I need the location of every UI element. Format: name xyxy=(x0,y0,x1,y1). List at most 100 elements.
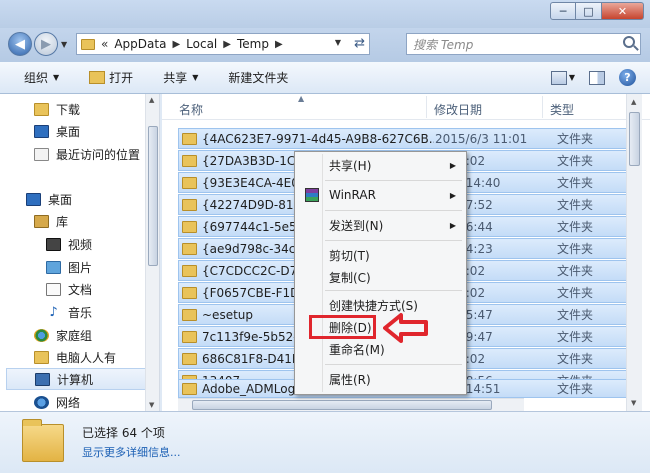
scroll-up-icon[interactable]: ▲ xyxy=(631,98,636,106)
column-divider[interactable] xyxy=(542,96,543,118)
share-button[interactable]: 共享 ▼ xyxy=(163,69,198,86)
breadcrumb-separator-icon[interactable]: ▶ xyxy=(223,39,231,50)
forward-button[interactable]: ▶ xyxy=(34,32,58,56)
nav-item-label: 网络 xyxy=(56,395,81,410)
nav-item-downloads[interactable]: 下载 xyxy=(34,98,80,120)
file-type: 文件夹 xyxy=(557,264,594,278)
nav-item-videos[interactable]: 视频 xyxy=(46,233,92,255)
file-type: 文件夹 xyxy=(557,154,594,168)
desktop-icon xyxy=(26,192,41,206)
menu-separator xyxy=(325,364,462,365)
file-type: 文件夹 xyxy=(557,132,594,146)
nav-item-pictures[interactable]: 图片 xyxy=(46,256,92,278)
scroll-up-icon[interactable]: ▲ xyxy=(149,96,154,104)
file-type: 文件夹 xyxy=(557,330,594,344)
menu-separator xyxy=(325,290,462,291)
menu-item-label: 复制(C) xyxy=(329,270,371,285)
breadcrumb-overflow[interactable]: « xyxy=(101,37,108,51)
menu-item-properties[interactable]: 属性(R) xyxy=(297,368,464,390)
recent-pages-dropdown-icon[interactable]: ▼ xyxy=(61,40,67,49)
menu-item-label: WinRAR xyxy=(329,188,376,202)
column-date[interactable]: 修改日期 xyxy=(434,101,482,118)
scroll-down-icon[interactable]: ▼ xyxy=(631,399,636,407)
preview-pane-icon[interactable] xyxy=(589,70,605,85)
search-icon[interactable] xyxy=(623,36,635,48)
menu-item-winrar[interactable]: WinRAR ▶ xyxy=(297,184,464,206)
breadcrumb-separator-icon[interactable]: ▶ xyxy=(275,39,283,50)
file-name: {4AC623E7-9971-4d45-A9B8-627C6B... xyxy=(202,131,434,146)
nav-item-homegroup[interactable]: 家庭组 xyxy=(34,324,92,346)
breadcrumb-local[interactable]: Local xyxy=(186,37,217,51)
menu-item-send-to[interactable]: 发送到(N) ▶ xyxy=(297,214,464,236)
menu-item-cut[interactable]: 剪切(T) xyxy=(297,244,464,266)
open-folder-icon xyxy=(89,71,106,84)
address-row: ◀ ▶ ▼ « AppData ▶ Local ▶ Temp ▶ ▼ ⇄ 搜索 … xyxy=(0,28,650,62)
view-options-dropdown-icon[interactable]: ▼ xyxy=(569,73,575,82)
scroll-down-icon[interactable]: ▼ xyxy=(149,401,154,409)
menu-item-rename[interactable]: 重命名(M) xyxy=(297,338,464,360)
nav-scrollbar[interactable]: ▲ ▼ xyxy=(145,94,159,411)
nav-item-documents[interactable]: 文档 xyxy=(46,278,92,300)
menu-item-create-shortcut[interactable]: 创建快捷方式(S) xyxy=(297,294,464,316)
file-type: 文件夹 xyxy=(557,176,594,190)
show-more-details-link[interactable]: 显示更多详细信息... xyxy=(82,444,181,460)
music-icon: ♪ xyxy=(46,305,61,320)
file-row[interactable]: {4AC623E7-9971-4d45-A9B8-627C6B... 2015/6… xyxy=(178,128,628,149)
back-button[interactable]: ◀ xyxy=(8,32,32,56)
new-folder-button[interactable]: 新建文件夹 xyxy=(228,69,288,86)
close-button[interactable]: ✕ xyxy=(602,2,644,20)
address-bar[interactable]: « AppData ▶ Local ▶ Temp ▶ ▼ ⇄ xyxy=(76,33,370,55)
nav-item-computer[interactable]: 计算机 xyxy=(6,368,152,390)
menu-item-label: 属性(R) xyxy=(329,372,371,387)
nav-item-recent-places[interactable]: 最近访问的位置 xyxy=(34,143,140,165)
nav-item-network[interactable]: 网络 xyxy=(34,391,80,413)
search-input[interactable]: 搜索 Temp xyxy=(406,33,641,55)
file-date: 2015/6/3 11:01 xyxy=(435,131,528,146)
menu-item-share[interactable]: 共享(H) ▶ xyxy=(297,154,464,176)
refresh-icon[interactable]: ⇄ xyxy=(354,36,365,51)
video-icon xyxy=(46,237,61,251)
winrar-icon xyxy=(305,188,319,202)
breadcrumb-temp[interactable]: Temp xyxy=(237,37,269,51)
menu-item-label: 重命名(M) xyxy=(329,342,385,357)
scrollbar-thumb[interactable] xyxy=(192,400,492,410)
scrollbar-thumb[interactable] xyxy=(629,112,640,166)
column-name[interactable]: 名称 xyxy=(179,101,203,118)
window-controls: ─ □ ✕ xyxy=(550,2,644,20)
change-view-icon[interactable] xyxy=(550,70,567,85)
title-bar: ─ □ ✕ xyxy=(0,0,650,28)
help-icon[interactable]: ? xyxy=(619,69,636,86)
file-list-scrollbar[interactable]: ▲ ▼ xyxy=(626,94,642,411)
nav-item-label: 电脑人人有 xyxy=(56,350,117,365)
minimize-button[interactable]: ─ xyxy=(550,2,576,20)
address-dropdown-icon[interactable]: ▼ xyxy=(335,38,341,47)
nav-item-desktop-root[interactable]: 桌面 xyxy=(26,188,72,210)
nav-item-label: 文档 xyxy=(68,282,93,297)
open-button[interactable]: 打开 xyxy=(89,69,133,86)
column-divider[interactable] xyxy=(426,96,427,118)
scrollbar-thumb[interactable] xyxy=(148,126,158,266)
menu-item-copy[interactable]: 复制(C) xyxy=(297,266,464,288)
documents-icon xyxy=(46,282,61,296)
maximize-button[interactable]: □ xyxy=(576,2,602,20)
file-type: 文件夹 xyxy=(557,308,594,322)
command-bar: 组织 ▼ 打开 共享 ▼ 新建文件夹 ▼ ? xyxy=(0,62,650,94)
nav-item-label: 视频 xyxy=(68,237,93,252)
nav-item-user-folder[interactable]: 电脑人人有 xyxy=(34,346,116,368)
selection-count: 已选择 64 个项 xyxy=(82,426,165,440)
pictures-icon xyxy=(46,260,61,274)
organize-button[interactable]: 组织 ▼ xyxy=(24,69,59,86)
nav-item-desktop[interactable]: 桌面 xyxy=(34,120,80,142)
folder-icon xyxy=(182,286,197,299)
toolbar-right: ▼ ? xyxy=(550,69,636,86)
nav-item-music[interactable]: ♪ 音乐 xyxy=(46,301,92,323)
menu-separator xyxy=(325,180,462,181)
breadcrumb-appdata[interactable]: AppData xyxy=(114,37,166,51)
horizontal-scrollbar[interactable] xyxy=(178,398,524,411)
column-type[interactable]: 类型 xyxy=(550,101,574,118)
folder-icon xyxy=(81,38,95,50)
file-type: 文件夹 xyxy=(557,198,594,212)
breadcrumb-separator-icon[interactable]: ▶ xyxy=(172,39,180,50)
computer-icon xyxy=(35,372,50,386)
nav-item-libraries[interactable]: 库 xyxy=(34,210,68,232)
